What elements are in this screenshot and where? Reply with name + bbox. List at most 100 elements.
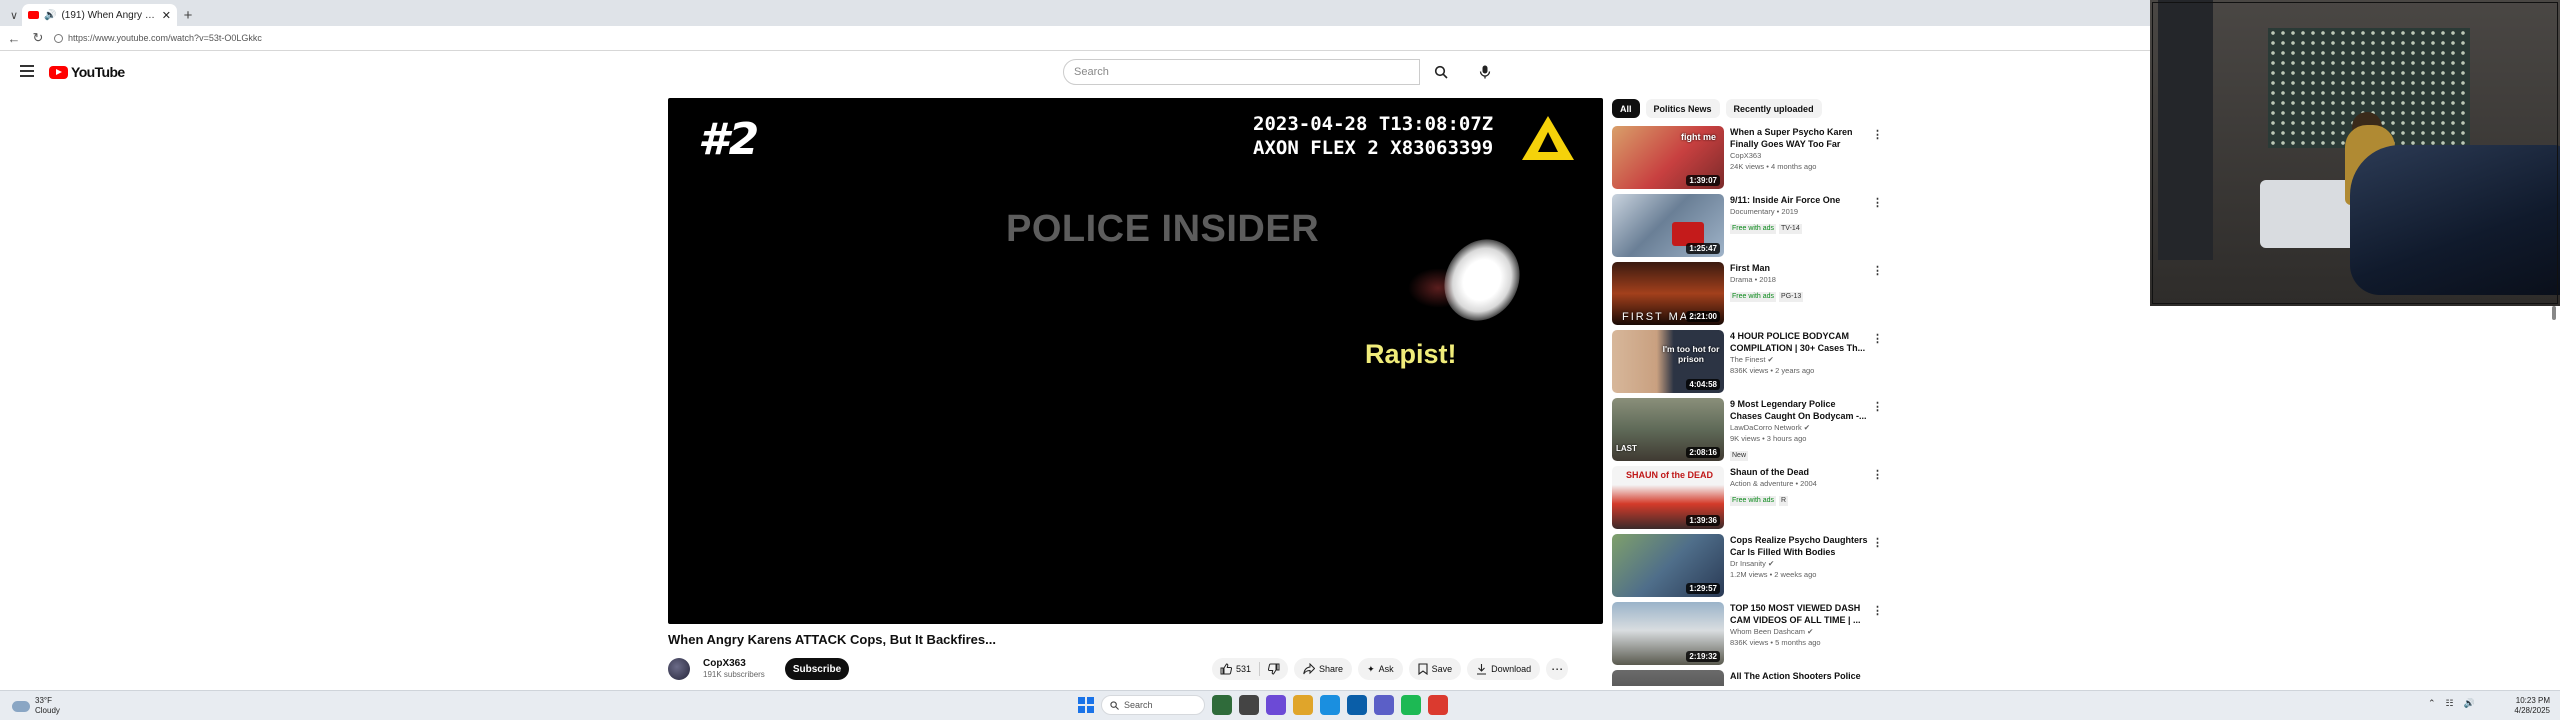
- video-thumbnail[interactable]: [1612, 670, 1724, 686]
- video-thumbnail[interactable]: 1:29:57: [1612, 534, 1724, 597]
- download-button[interactable]: Download: [1467, 658, 1541, 680]
- channel-name[interactable]: Dr Insanity: [1730, 559, 1766, 568]
- channel-name[interactable]: CopX363: [703, 658, 765, 670]
- scrollbar-thumb[interactable]: [2552, 306, 2556, 320]
- save-button[interactable]: Save: [1408, 658, 1462, 680]
- file-explorer-icon[interactable]: [1293, 695, 1313, 715]
- duration-badge: 2:19:32: [1686, 651, 1720, 662]
- more-actions-icon[interactable]: ⋯: [1546, 658, 1569, 680]
- edge-browser-icon[interactable]: [1320, 695, 1340, 715]
- ask-button[interactable]: ✦ Ask: [1358, 658, 1403, 680]
- chip-politics-news[interactable]: Politics News: [1645, 99, 1720, 118]
- video-meta: 1.2M views • 2 weeks ago: [1730, 570, 1817, 579]
- thumbnail-text: LAST: [1616, 444, 1637, 453]
- ask-label: Ask: [1378, 664, 1394, 674]
- channel-info[interactable]: CopX363 191K subscribers: [668, 656, 765, 682]
- more-options-icon[interactable]: ⋮: [1872, 128, 1883, 141]
- list-item[interactable]: I'm too hot for prison 4:04:58 4 HOUR PO…: [1612, 330, 1892, 398]
- voice-search-button[interactable]: [1472, 59, 1498, 85]
- more-options-icon[interactable]: ⋮: [1872, 400, 1883, 413]
- video-title[interactable]: 9/11: Inside Air Force One: [1730, 194, 1870, 206]
- menu-hamburger-icon[interactable]: [20, 65, 34, 77]
- download-label: Download: [1491, 664, 1532, 674]
- copilot-icon[interactable]: [1266, 695, 1286, 715]
- video-title[interactable]: TOP 150 MOST VIEWED DASH CAM VIDEOS OF A…: [1730, 602, 1870, 626]
- channel-name[interactable]: Whom Been Dashcam: [1730, 627, 1805, 636]
- search-input[interactable]: Search: [1063, 59, 1420, 85]
- list-item[interactable]: 2:19:32 TOP 150 MOST VIEWED DASH CAM VID…: [1612, 602, 1892, 670]
- chrome-icon[interactable]: [1428, 695, 1448, 715]
- widgets-app-icon[interactable]: [1212, 695, 1232, 715]
- browser-tab-bar: ∨ 🔊 (191) When Angry Karens A ✕ +: [0, 0, 2150, 26]
- chip-recently-uploaded[interactable]: Recently uploaded: [1725, 99, 1822, 118]
- channel-name[interactable]: LawDaCorro Network: [1730, 423, 1802, 432]
- close-tab-icon[interactable]: ✕: [162, 9, 171, 22]
- bodycam-timestamp: 2023-04-28 T13:08:07Z: [1253, 113, 1494, 135]
- video-title[interactable]: Cops Realize Psycho Daughters Car Is Fil…: [1730, 534, 1870, 558]
- browser-tab[interactable]: 🔊 (191) When Angry Karens A ✕: [22, 4, 177, 26]
- tray-overflow-chevron-icon[interactable]: ⌃: [2428, 698, 2436, 709]
- spotify-icon[interactable]: [1401, 695, 1421, 715]
- video-thumbnail[interactable]: I'm too hot for prison 4:04:58: [1612, 330, 1724, 393]
- channel-name[interactable]: CopX363: [1730, 150, 1870, 161]
- taskbar-search[interactable]: Search: [1101, 695, 1205, 715]
- video-thumbnail[interactable]: SHAUN of the DEAD 1:39:36: [1612, 466, 1724, 529]
- teams-icon[interactable]: [1374, 695, 1394, 715]
- video-title[interactable]: 4 HOUR POLICE BODYCAM COMPILATION | 30+ …: [1730, 330, 1870, 354]
- video-thumbnail[interactable]: LAST 2:08:16: [1612, 398, 1724, 461]
- channel-name[interactable]: The Finest: [1730, 355, 1765, 364]
- task-view-icon[interactable]: [1239, 695, 1259, 715]
- subscribe-button[interactable]: Subscribe: [785, 658, 849, 680]
- video-title[interactable]: All The Action Shooters Police: [1730, 670, 1870, 682]
- video-actions: 531 Share ✦ Ask Save Download ⋯: [1212, 658, 1569, 680]
- tab-list-chevron-icon[interactable]: ∨: [6, 4, 22, 26]
- more-options-icon[interactable]: ⋮: [1872, 468, 1883, 481]
- video-title[interactable]: Shaun of the Dead: [1730, 466, 1870, 478]
- video-player[interactable]: #2 2023-04-28 T13:08:07Z AXON FLEX 2 X83…: [668, 98, 1603, 624]
- volume-icon[interactable]: 🔊: [2464, 698, 2475, 709]
- chip-all[interactable]: All: [1612, 99, 1640, 118]
- video-title[interactable]: When a Super Psycho Karen Finally Goes W…: [1730, 126, 1870, 150]
- more-options-icon[interactable]: ⋮: [1872, 264, 1883, 277]
- list-item[interactable]: LAST 2:08:16 9 Most Legendary Police Cha…: [1612, 398, 1892, 466]
- video-genre: Documentary • 2019: [1730, 207, 1799, 216]
- list-item[interactable]: All The Action Shooters Police: [1612, 670, 1892, 686]
- more-options-icon[interactable]: ⋮: [1872, 536, 1883, 549]
- video-thumbnail[interactable]: fight me 1:39:07: [1612, 126, 1724, 189]
- back-arrow-icon[interactable]: ←: [6, 30, 22, 46]
- weather-widget[interactable]: 33°F Cloudy: [12, 696, 60, 716]
- video-meta: 9K views • 3 hours ago: [1730, 434, 1807, 443]
- dislike-button[interactable]: [1260, 663, 1288, 675]
- like-button[interactable]: 531: [1212, 662, 1261, 676]
- video-thumbnail[interactable]: 1:25:47: [1612, 194, 1724, 257]
- store-icon[interactable]: [1347, 695, 1367, 715]
- list-item[interactable]: 1:29:57 Cops Realize Psycho Daughters Ca…: [1612, 534, 1892, 602]
- system-clock[interactable]: 10:23 PM 4/28/2025: [2500, 696, 2550, 716]
- reload-icon[interactable]: ↻: [30, 30, 46, 46]
- network-icon[interactable]: ☷: [2446, 698, 2454, 709]
- video-title[interactable]: 9 Most Legendary Police Chases Caught On…: [1730, 398, 1870, 422]
- windows-start-icon[interactable]: [1078, 697, 1094, 713]
- list-item[interactable]: fight me 1:39:07 When a Super Psycho Kar…: [1612, 126, 1892, 194]
- thumbs-up-icon: [1220, 663, 1232, 675]
- thumbnail-text: SHAUN of the DEAD: [1626, 470, 1713, 480]
- video-thumbnail[interactable]: 2:19:32: [1612, 602, 1724, 665]
- video-title[interactable]: First Man: [1730, 262, 1870, 274]
- sparkle-icon: ✦: [1367, 663, 1375, 674]
- share-button[interactable]: Share: [1294, 658, 1353, 680]
- video-thumbnail[interactable]: FIRST MAN 2:21:00: [1612, 262, 1724, 325]
- url-field[interactable]: https://www.youtube.com/watch?v=53t-O0LG…: [54, 33, 262, 43]
- site-info-icon[interactable]: [54, 33, 63, 43]
- youtube-logo[interactable]: YouTube: [49, 64, 125, 80]
- channel-avatar[interactable]: [668, 658, 690, 680]
- list-item[interactable]: SHAUN of the DEAD 1:39:36 Shaun of the D…: [1612, 466, 1892, 534]
- list-item[interactable]: FIRST MAN 2:21:00 First Man Drama • 2018…: [1612, 262, 1892, 330]
- like-dislike-group: 531: [1212, 658, 1289, 680]
- more-options-icon[interactable]: ⋮: [1872, 332, 1883, 345]
- list-item[interactable]: 1:25:47 9/11: Inside Air Force One Docum…: [1612, 194, 1892, 262]
- search-button[interactable]: [1420, 59, 1462, 85]
- more-options-icon[interactable]: ⋮: [1872, 604, 1883, 617]
- more-options-icon[interactable]: ⋮: [1872, 196, 1883, 209]
- speaker-icon[interactable]: 🔊: [44, 10, 56, 21]
- new-tab-button[interactable]: +: [177, 4, 199, 26]
